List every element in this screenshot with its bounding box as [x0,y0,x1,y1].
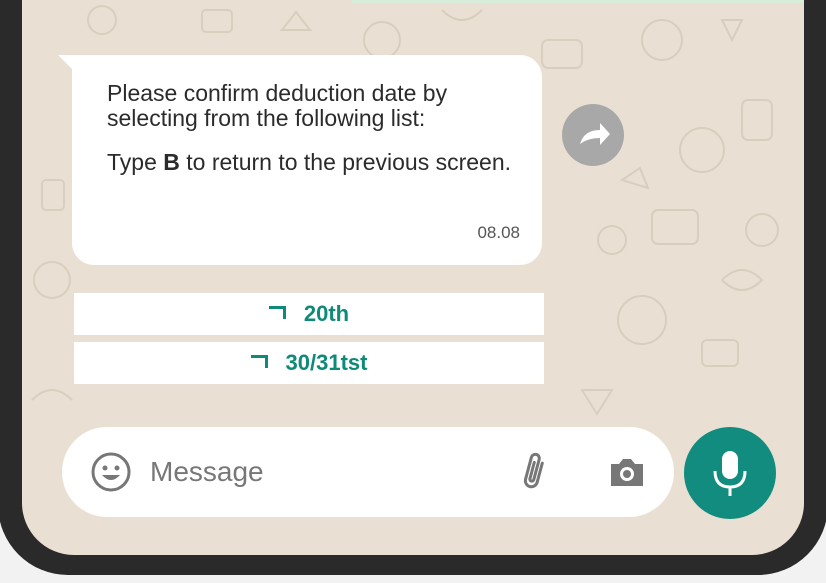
reply-option-label: 30/31tst [285,350,368,375]
paperclip-icon[interactable] [512,447,562,497]
phone-mockup: Please confirm deduction date by selecti… [0,0,826,583]
microphone-button[interactable] [684,427,776,519]
reply-option-20th[interactable]: 20th [74,293,544,335]
message-timestamp: 08.08 [477,223,520,242]
message-line-2: Type B to return to the previous screen. [107,150,527,175]
camera-icon[interactable] [605,450,649,494]
incoming-message-bubble[interactable]: Please confirm deduction date by selecti… [72,55,542,265]
message-line-2-key: B [163,149,180,175]
reply-option-label: 20th [303,301,350,326]
microphone-icon [713,451,747,496]
reply-arrow-icon [250,355,268,368]
message-composer: Message [62,427,674,517]
message-line-1: Please confirm deduction date by selecti… [107,80,448,131]
message-line-2-prefix: Type [107,149,164,175]
reply-arrow-icon [268,306,286,319]
message-text: Please confirm deduction date by selecti… [107,81,527,194]
forward-arrow-icon [580,123,610,145]
forward-button[interactable] [562,104,624,166]
chat-screen: Please confirm deduction date by selecti… [22,0,804,555]
smiley-face-icon[interactable] [90,451,132,493]
message-input[interactable]: Message [150,451,264,493]
message-line-2-suffix: to return to the previous screen. [179,149,512,175]
top-divider [352,0,804,3]
reply-option-30-31[interactable]: 30/31tst [74,342,544,384]
